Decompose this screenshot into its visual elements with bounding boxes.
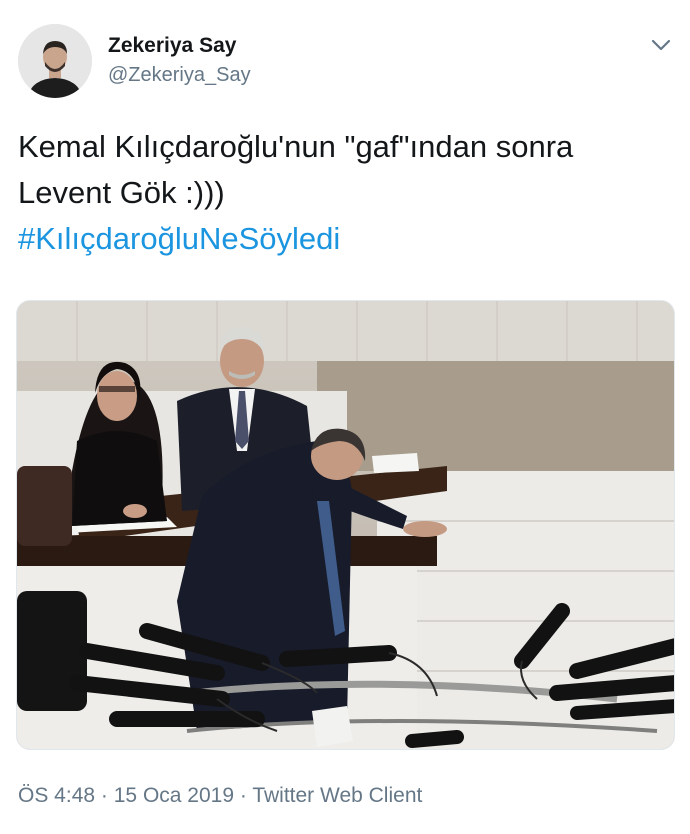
- tweet-line: Levent Gök :))): [18, 175, 225, 210]
- hashtag-link[interactable]: #KılıçdaroğluNeSöyledi: [18, 216, 668, 262]
- tweet-time[interactable]: ÖS 4:48: [18, 784, 95, 807]
- user-handle[interactable]: @Zekeriya_Say: [108, 64, 251, 87]
- client-link[interactable]: Twitter Web Client: [252, 784, 422, 807]
- tweet-date[interactable]: 15 Oca 2019: [114, 784, 234, 807]
- tweet-photo[interactable]: [16, 300, 675, 750]
- tweet-meta: ÖS 4:48 · 15 Oca 2019 · Twitter Web Clie…: [18, 784, 422, 808]
- meta-separator: ·: [100, 784, 108, 807]
- display-name[interactable]: Zekeriya Say: [108, 34, 236, 58]
- meta-separator: ·: [239, 784, 247, 807]
- avatar[interactable]: [18, 24, 92, 98]
- chevron-down-icon[interactable]: [650, 36, 672, 54]
- tweet-line: Kemal Kılıçdaroğlu'nun "gaf"ından sonra: [18, 129, 574, 164]
- tweet-text: Kemal Kılıçdaroğlu'nun "gaf"ından sonra …: [18, 124, 668, 262]
